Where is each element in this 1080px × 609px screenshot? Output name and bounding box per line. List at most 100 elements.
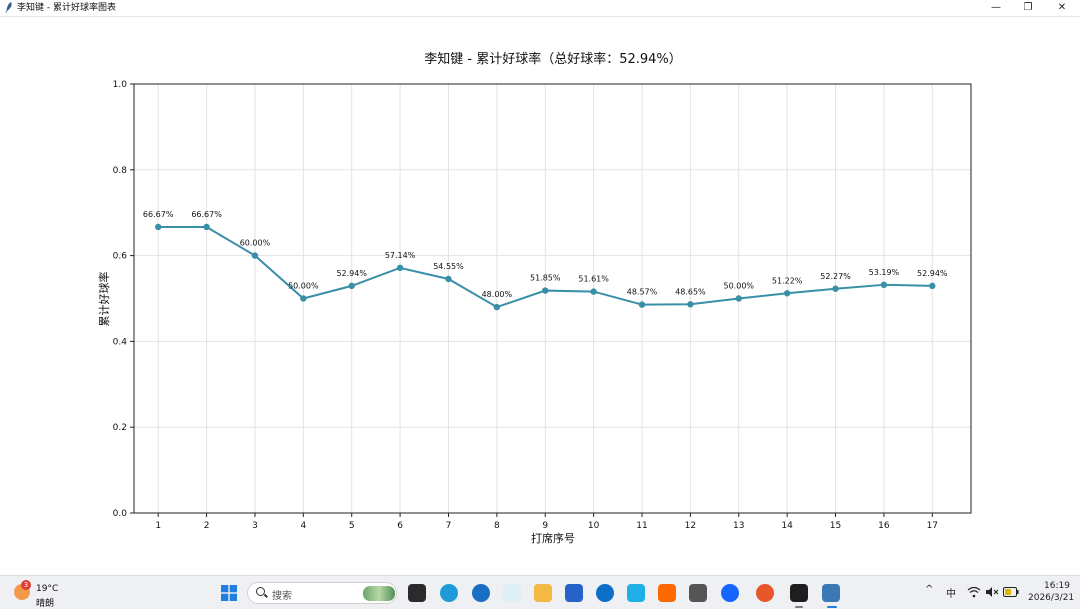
terminal-icon[interactable] — [790, 584, 808, 602]
battery-icon[interactable] — [1003, 587, 1019, 597]
python-icon[interactable] — [822, 584, 840, 602]
data-point — [929, 282, 936, 290]
y-tick-label: 0.0 — [113, 509, 128, 519]
clock-date[interactable]: 2026/3/21 — [1028, 593, 1074, 603]
data-label: 52.94% — [917, 269, 948, 278]
line-chart: 1 2 3 4 5 6 7 8 9 10 11 12 13 14 15 16 170.00.20.40.60.8… — [97, 51, 972, 545]
weather-temperature: 19°C — [36, 584, 59, 594]
y-tick-label: 0.4 — [113, 337, 128, 347]
task-view-icon[interactable] — [408, 584, 426, 602]
data-point — [251, 252, 259, 259]
x-tick-label: 9 — [542, 521, 548, 531]
data-point — [783, 290, 791, 297]
data-label: 48.00% — [482, 290, 513, 299]
tray-chevron-icon[interactable]: ^ — [925, 584, 933, 595]
data-label: 66.67% — [191, 210, 222, 219]
data-point — [300, 295, 307, 302]
data-label: 50.00% — [288, 282, 319, 291]
taskbar: 3 19°C 晴朗 搜索 ^ 中 16:19 2026/3/21 — [0, 575, 1080, 609]
x-tick-label: 14 — [781, 521, 793, 531]
data-label: 54.55% — [433, 262, 464, 271]
search-icon — [256, 587, 265, 596]
x-tick-label: 15 — [830, 521, 841, 531]
chat-app-icon[interactable] — [721, 584, 739, 602]
window-titlebar: 李知键 - 累计好球率图表 — ❐ ✕ — [0, 0, 1080, 17]
y-axis-label: 累计好球率 — [97, 272, 111, 327]
search-placeholder: 搜索 — [272, 591, 292, 602]
clock-time[interactable]: 16:19 — [1044, 581, 1070, 591]
axis-ticks: 1 2 3 4 5 6 7 8 9 10 11 12 13 14 15 16 170.00.20.40.60.8… — [113, 80, 938, 531]
firefox-icon[interactable] — [756, 584, 774, 602]
app-icon[interactable] — [689, 584, 707, 602]
ime-indicator[interactable]: 中 — [946, 585, 956, 600]
data-point — [735, 295, 742, 302]
data-point — [638, 301, 646, 308]
x-tick-label: 2 — [204, 521, 210, 531]
y-tick-label: 0.2 — [113, 423, 127, 433]
data-label: 51.22% — [772, 276, 803, 285]
x-tick-label: 10 — [588, 521, 600, 531]
x-tick-label: 4 — [300, 521, 306, 531]
x-tick-label: 1 — [155, 521, 161, 531]
data-label: 57.14% — [385, 251, 416, 260]
minimize-button[interactable]: — — [981, 0, 1011, 16]
x-tick-label: 5 — [349, 521, 355, 531]
bilibili-icon[interactable] — [627, 584, 645, 602]
data-point — [687, 301, 694, 308]
file-explorer-icon[interactable] — [534, 584, 552, 602]
x-axis-label: 打席序号 — [531, 531, 575, 545]
data-point — [348, 282, 355, 290]
feather-icon — [5, 2, 12, 13]
ie-icon[interactable] — [472, 584, 490, 602]
data-label: 60.00% — [240, 239, 271, 248]
data-label: 51.85% — [530, 274, 561, 283]
data-point — [493, 303, 501, 311]
chart-title: 李知键 - 累计好球率（总好球率：52.94%） — [424, 51, 682, 67]
data-point — [880, 281, 888, 289]
x-tick-label: 17 — [927, 521, 938, 531]
data-label: 48.65% — [675, 287, 706, 296]
start-icon[interactable] — [220, 584, 238, 602]
search-highlight-icon — [363, 586, 395, 601]
plot-frame — [133, 83, 972, 514]
y-tick-label: 0.6 — [113, 252, 128, 262]
x-tick-label: 8 — [494, 521, 500, 531]
x-tick-label: 12 — [685, 521, 696, 531]
x-tick-label: 16 — [878, 521, 890, 531]
data-label: 53.19% — [869, 268, 900, 277]
data-point — [154, 223, 162, 231]
x-tick-label: 13 — [733, 521, 744, 531]
weather-widget[interactable]: 3 19°C 晴朗 — [14, 580, 74, 609]
data-point — [590, 288, 597, 295]
hp-icon[interactable] — [596, 584, 614, 602]
grid-lines — [134, 83, 971, 514]
y-tick-label: 0.8 — [113, 166, 128, 176]
taobao-icon[interactable] — [658, 584, 676, 602]
search-input[interactable]: 搜索 — [247, 582, 397, 604]
copilot-icon[interactable] — [503, 584, 521, 602]
wifi-icon[interactable] — [967, 586, 981, 598]
data-point — [445, 275, 452, 283]
data-label: 50.00% — [724, 282, 755, 291]
data-point — [542, 287, 549, 294]
data-point — [832, 285, 839, 292]
data-point — [203, 223, 210, 231]
data-point — [396, 264, 404, 272]
close-button[interactable]: ✕ — [1047, 0, 1077, 16]
data-label: 52.94% — [336, 269, 367, 278]
data-label: 66.67% — [143, 210, 174, 219]
x-tick-label: 7 — [446, 521, 452, 531]
data-label: 51.61% — [578, 275, 609, 284]
weather-condition: 晴朗 — [36, 599, 55, 609]
y-tick-label: 1.0 — [113, 80, 128, 90]
weather-badge: 3 — [21, 580, 31, 590]
store-icon[interactable] — [565, 584, 583, 602]
data-label: 48.57% — [627, 288, 658, 297]
data-label: 52.27% — [820, 272, 851, 281]
x-tick-label: 3 — [252, 521, 258, 531]
restore-button[interactable]: ❐ — [1013, 0, 1043, 16]
volume-muted-icon[interactable] — [985, 586, 999, 598]
edge-icon[interactable] — [440, 584, 458, 602]
x-tick-label: 6 — [397, 521, 403, 531]
window-title: 李知键 - 累计好球率图表 — [17, 3, 116, 13]
